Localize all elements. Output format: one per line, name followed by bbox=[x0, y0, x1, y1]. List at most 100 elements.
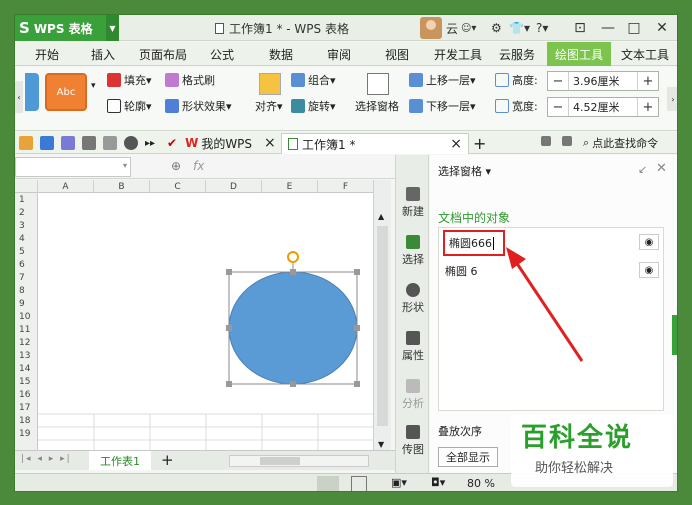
open-folder-icon[interactable] bbox=[19, 136, 33, 150]
h-scroll-thumb[interactable] bbox=[260, 457, 300, 465]
resize-handle[interactable] bbox=[226, 325, 232, 331]
row-header-2[interactable]: 2 bbox=[15, 206, 38, 219]
resize-handle[interactable] bbox=[354, 325, 360, 331]
app-menu-button[interactable]: S WPS 表格 ▼ bbox=[15, 15, 119, 41]
tab-cloud[interactable]: 云服务 bbox=[499, 42, 535, 66]
resize-handle[interactable] bbox=[226, 269, 232, 275]
tab-insert[interactable]: 插入 bbox=[91, 42, 115, 66]
tab-formula[interactable]: 公式 bbox=[210, 42, 234, 66]
width-decrease-button[interactable]: − bbox=[548, 98, 568, 116]
tab-drawing-tools[interactable]: 绘图工具 bbox=[547, 42, 612, 66]
print-preview-icon[interactable] bbox=[61, 136, 75, 150]
row-header-10[interactable]: 10 bbox=[15, 310, 38, 323]
side-item-properties[interactable]: 属性 bbox=[396, 331, 430, 363]
command-search[interactable]: ⌕ 点此查找命令 bbox=[583, 132, 658, 154]
preview-icon[interactable] bbox=[103, 136, 117, 150]
chevron-down-icon[interactable]: ▼ bbox=[106, 15, 119, 41]
shape-effect-button[interactable]: 形状效果 ▾ bbox=[165, 97, 232, 115]
row-header-7[interactable]: 7 bbox=[15, 271, 38, 284]
sheet-nav-arrows-icon[interactable]: |◂ ◂ ▸ ▸| bbox=[21, 454, 72, 464]
side-item-new[interactable]: 新建 bbox=[396, 187, 430, 219]
row-header-3[interactable]: 3 bbox=[15, 219, 38, 232]
column-header-c[interactable]: C bbox=[150, 180, 206, 193]
side-item-shape[interactable]: 形状 bbox=[396, 283, 430, 315]
width-stepper[interactable]: − 4.52厘米 + bbox=[547, 97, 659, 117]
selection-pane-icon[interactable] bbox=[367, 73, 389, 95]
row-header-13[interactable]: 13 bbox=[15, 349, 38, 362]
save-icon[interactable] bbox=[40, 136, 54, 150]
page-break-view-icon[interactable] bbox=[351, 476, 367, 491]
name-box[interactable]: ▾ bbox=[15, 157, 131, 177]
row-header-12[interactable]: 12 bbox=[15, 336, 38, 349]
view-mode-icon[interactable]: ▣▾ bbox=[391, 476, 407, 489]
horizontal-scrollbar[interactable] bbox=[229, 455, 369, 467]
show-all-button[interactable]: 全部显示 bbox=[438, 447, 498, 467]
style-more-icon[interactable]: ▾ bbox=[91, 81, 96, 91]
tab-menu-icon[interactable]: ✔ bbox=[167, 136, 177, 150]
row-header-11[interactable]: 11 bbox=[15, 323, 38, 336]
row-header-17[interactable]: 17 bbox=[15, 401, 38, 414]
formula-input[interactable] bbox=[213, 157, 373, 177]
object-name-input[interactable]: 椭圆666 bbox=[443, 230, 505, 256]
tab-page-layout[interactable]: 页面布局 bbox=[139, 42, 187, 66]
row-header-15[interactable]: 15 bbox=[15, 375, 38, 388]
height-input[interactable]: 3.96厘米 bbox=[568, 72, 638, 90]
close-tab-workbook-icon[interactable]: × bbox=[450, 136, 462, 152]
bring-forward-button[interactable]: 上移一层 ▾ bbox=[409, 71, 476, 89]
ellipse-shape-group[interactable] bbox=[225, 250, 361, 390]
restore-layout-icon[interactable]: ⊡ bbox=[567, 15, 593, 41]
help-icon[interactable]: ? ▾ bbox=[536, 15, 548, 41]
column-header-b[interactable]: B bbox=[94, 180, 150, 193]
scroll-thumb[interactable] bbox=[377, 226, 388, 426]
skin-icon[interactable]: 👕▾ bbox=[509, 15, 530, 41]
scroll-down-icon[interactable]: ▼ bbox=[378, 440, 384, 449]
scroll-right-icon[interactable]: › bbox=[667, 87, 677, 111]
height-increase-button[interactable]: + bbox=[638, 72, 658, 90]
style-preview-orange[interactable]: Abc bbox=[45, 73, 87, 111]
align-button[interactable]: 对齐 ▾ bbox=[255, 97, 283, 115]
user-name[interactable]: 云 bbox=[446, 15, 458, 41]
scroll-up-icon[interactable]: ▲ bbox=[378, 212, 384, 221]
row-header-4[interactable]: 4 bbox=[15, 232, 38, 245]
tab-text-tools[interactable]: 文本工具 bbox=[621, 42, 669, 66]
maximize-button[interactable]: □ bbox=[621, 15, 647, 41]
spreadsheet-grid[interactable]: ABCDEF 1 2 3 4 5 6 7 8 9 10 11 12 13 14 15 16 17 18 19 bbox=[15, 180, 391, 450]
more-tools-icon[interactable]: ▸▸ bbox=[145, 138, 155, 149]
zoom-level[interactable]: 80 % bbox=[467, 477, 495, 490]
tab-workbook1[interactable]: 工作簿1 * × bbox=[281, 133, 469, 154]
avatar[interactable] bbox=[420, 17, 442, 39]
minimize-button[interactable]: — bbox=[595, 15, 621, 41]
group-button[interactable]: 组合 ▾ bbox=[291, 71, 336, 89]
ellipse-shape[interactable] bbox=[228, 271, 358, 385]
row-header-5[interactable]: 5 bbox=[15, 245, 38, 258]
row-header-18[interactable]: 18 bbox=[15, 414, 38, 427]
reading-mode-icon[interactable]: ◘▾ bbox=[431, 476, 445, 489]
column-header-d[interactable]: D bbox=[206, 180, 262, 193]
width-increase-button[interactable]: + bbox=[638, 98, 658, 116]
pane-undock-icon[interactable]: ↙ bbox=[638, 163, 647, 176]
visibility-eye-icon[interactable]: ◉ bbox=[639, 234, 659, 250]
close-button[interactable]: ✕ bbox=[649, 15, 675, 41]
pane-close-icon[interactable]: ✕ bbox=[656, 161, 667, 176]
close-tab-my-wps-icon[interactable]: × bbox=[264, 135, 276, 151]
pane-title[interactable]: 选择窗格 ▾ bbox=[438, 163, 491, 179]
resize-handle[interactable] bbox=[290, 381, 296, 387]
rotate-handle-icon[interactable] bbox=[287, 251, 299, 263]
normal-view-icon[interactable] bbox=[317, 476, 339, 491]
column-header-e[interactable]: E bbox=[262, 180, 318, 193]
user-status-icon[interactable]: ☺▾ bbox=[461, 15, 476, 41]
resize-handle[interactable] bbox=[290, 269, 296, 275]
column-header-a[interactable]: A bbox=[38, 180, 94, 193]
column-header-f[interactable]: F bbox=[318, 180, 374, 193]
resize-handle[interactable] bbox=[354, 269, 360, 275]
width-input[interactable]: 4.52厘米 bbox=[568, 98, 638, 116]
sheet-tab-1[interactable]: 工作表1 bbox=[89, 451, 151, 470]
scroll-left-icon[interactable]: ‹ bbox=[15, 81, 23, 113]
visibility-eye-icon[interactable]: ◉ bbox=[639, 262, 659, 278]
style-preview-blue[interactable] bbox=[25, 73, 39, 111]
row-header-14[interactable]: 14 bbox=[15, 362, 38, 375]
format-brush-button[interactable]: 格式刷 bbox=[165, 71, 215, 89]
side-item-analyze[interactable]: 分析 bbox=[396, 379, 430, 411]
settings-icon[interactable]: ⚙ bbox=[491, 15, 502, 41]
rotate-button[interactable]: 旋转 ▾ bbox=[291, 97, 336, 115]
